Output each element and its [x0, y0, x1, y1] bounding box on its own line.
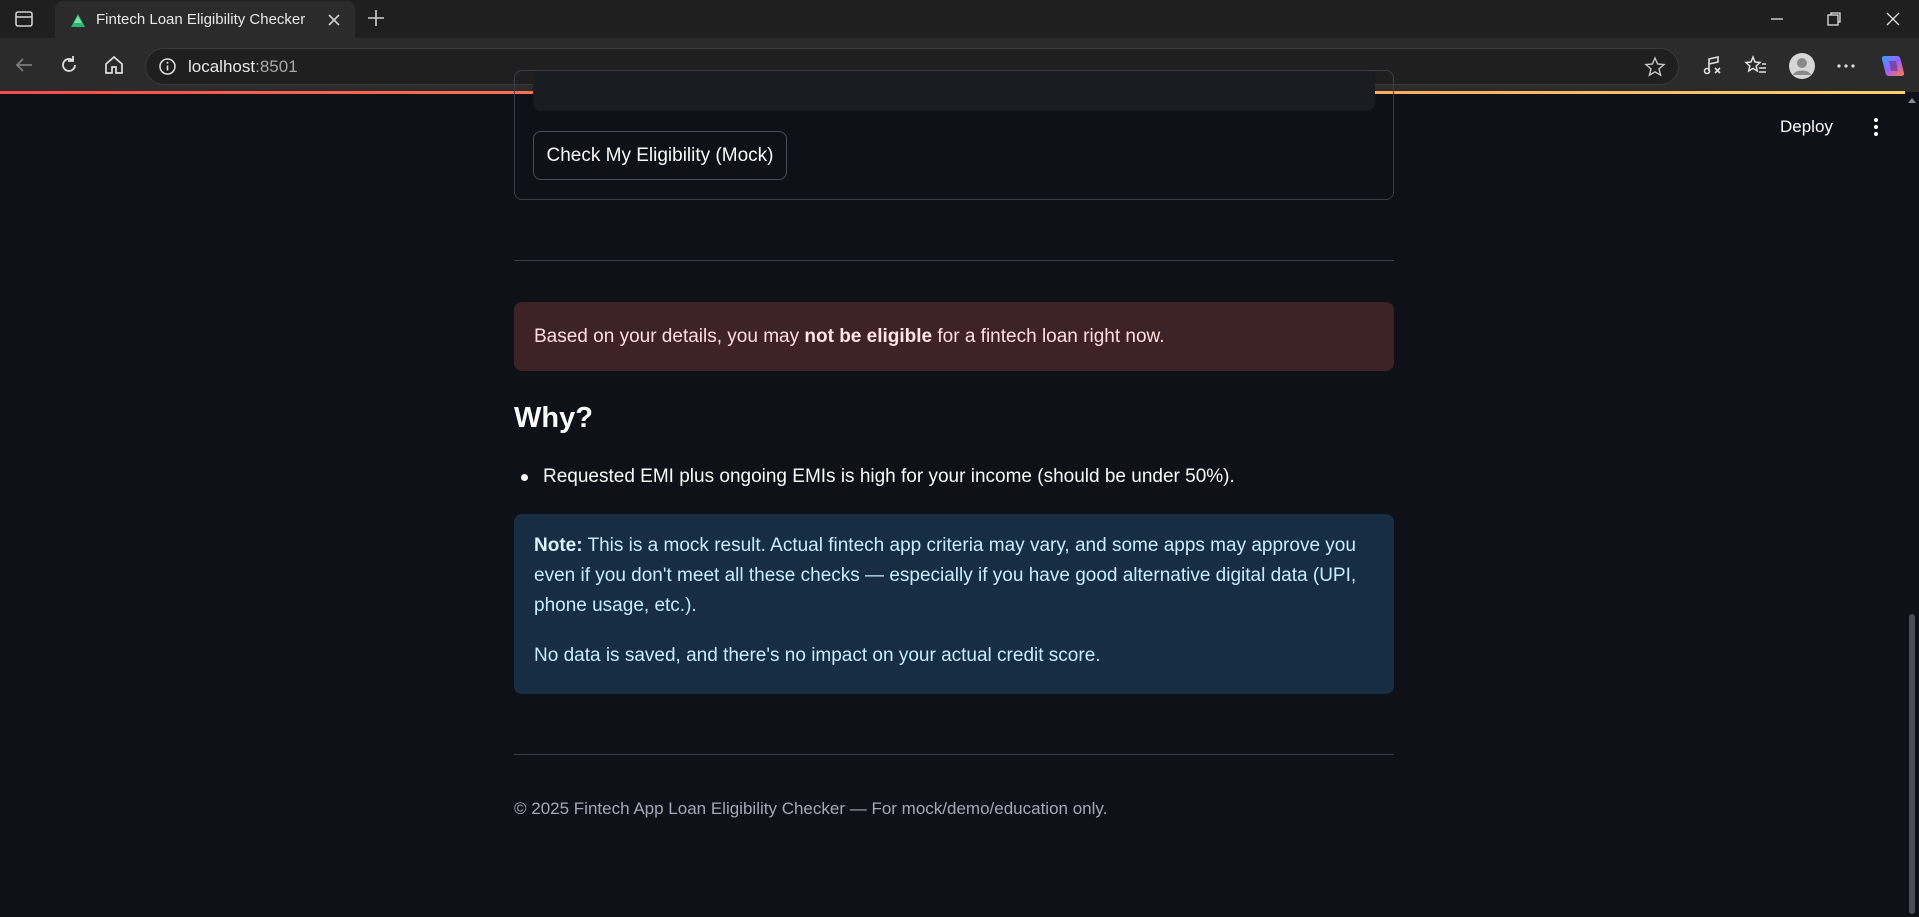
home-icon[interactable] [103, 54, 125, 76]
favorite-star-icon[interactable] [1644, 56, 1666, 78]
tab-title: Fintech Loan Eligibility Checker [96, 11, 306, 28]
url-text: localhost:8501 [188, 57, 298, 77]
streamlit-favicon-icon [71, 14, 85, 27]
result-prefix: Based on your details, you may [534, 325, 805, 347]
form-input-remnant [533, 71, 1375, 111]
result-emphasis: not be eligible [804, 325, 933, 347]
restore-window-icon[interactable] [1823, 8, 1845, 30]
read-aloud-icon[interactable] [1700, 54, 1724, 78]
copilot-icon[interactable] [1879, 52, 1907, 80]
close-tab-icon[interactable] [325, 11, 343, 29]
note-text: This is a mock result. Actual fintech ap… [534, 535, 1357, 616]
back-arrow-icon[interactable] [13, 54, 35, 76]
main-menu-icon[interactable] [1866, 116, 1886, 138]
reload-icon[interactable] [58, 54, 80, 76]
check-eligibility-button[interactable]: Check My Eligibility (Mock) [533, 131, 787, 180]
divider [514, 260, 1394, 261]
browser-tab-active[interactable]: Fintech Loan Eligibility Checker [55, 1, 355, 38]
site-info-icon[interactable] [158, 57, 177, 76]
favorites-icon[interactable] [1744, 54, 1768, 78]
note-info-alert: Note: This is a mock result. Actual fint… [514, 514, 1394, 694]
result-suffix: for a fintech loan right now. [932, 325, 1165, 347]
result-message: Based on your details, you may not be el… [534, 326, 1164, 348]
footer-text: © 2025 Fintech App Loan Eligibility Chec… [514, 799, 1108, 818]
more-options-icon[interactable] [1834, 54, 1858, 78]
reasons-list: Requested EMI plus ongoing EMIs is high … [514, 464, 1394, 490]
page-scrollbar[interactable] [1905, 94, 1919, 917]
url-port: :8501 [255, 57, 298, 76]
minimize-window-icon[interactable] [1766, 8, 1788, 30]
note-paragraph: Note: This is a mock result. Actual fint… [534, 531, 1374, 621]
why-heading: Why? [514, 402, 593, 434]
result-error-alert: Based on your details, you may not be el… [514, 302, 1394, 371]
scrollbar-thumb[interactable] [1909, 614, 1915, 914]
reason-item: Requested EMI plus ongoing EMIs is high … [514, 464, 1394, 490]
url-host: localhost [188, 57, 256, 76]
scroll-up-arrow-icon[interactable] [1907, 96, 1917, 104]
deploy-button[interactable]: Deploy [1780, 117, 1833, 137]
browser-tab-bar: Fintech Loan Eligibility Checker [0, 0, 1919, 38]
tab-actions-icon[interactable] [14, 9, 34, 29]
page-viewport [0, 94, 1905, 917]
close-window-icon[interactable] [1882, 8, 1904, 30]
new-tab-icon[interactable] [366, 8, 386, 28]
privacy-text: No data is saved, and there's no impact … [534, 645, 1101, 666]
divider-footer [514, 754, 1394, 755]
note-label: Note: [534, 535, 583, 556]
profile-avatar-icon[interactable] [1788, 52, 1816, 80]
